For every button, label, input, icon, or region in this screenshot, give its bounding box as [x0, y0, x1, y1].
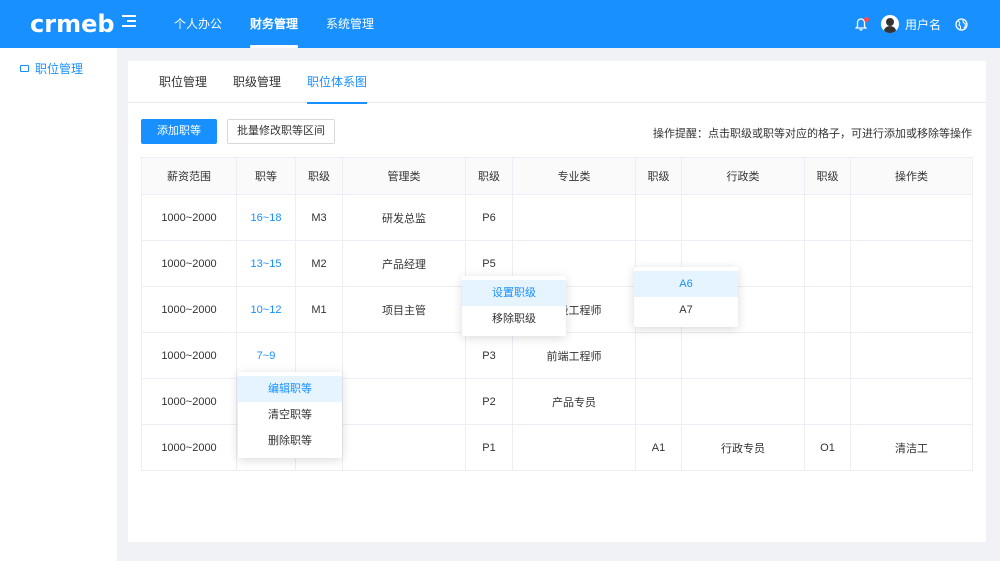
top-nav-finance[interactable]: 财务管理: [236, 0, 312, 48]
tab-rank-management[interactable]: 职级管理: [233, 61, 281, 103]
header-rank-management: 职级: [295, 157, 343, 195]
position-cell[interactable]: [681, 194, 805, 241]
rank-select-dropdown: A6 A7: [634, 267, 738, 327]
globe-icon[interactable]: [955, 17, 968, 31]
remove-rank-menu-item[interactable]: 移除职级: [462, 306, 566, 332]
header-operation-class: 操作类: [850, 157, 973, 195]
rank-cell[interactable]: [804, 332, 851, 379]
sidebar: 职位管理: [0, 48, 117, 561]
rank-cell[interactable]: P1: [465, 424, 513, 471]
salary-cell: 1000~2000: [141, 286, 237, 333]
header-grade: 职等: [236, 157, 296, 195]
position-cell[interactable]: 清洁工: [850, 424, 973, 471]
position-cell[interactable]: [850, 332, 973, 379]
rank-cell[interactable]: [804, 240, 851, 287]
header-salary-range: 薪资范围: [141, 157, 237, 195]
grade-context-menu: 编辑职等 清空职等 删除职等: [238, 372, 342, 458]
top-nav: 个人办公 财务管理 系统管理: [160, 0, 388, 48]
position-cell[interactable]: [681, 378, 805, 425]
rank-cell[interactable]: M1: [295, 286, 343, 333]
table-row: 1000~2000 16~18 M3 研发总监 P6: [141, 194, 973, 241]
position-cell[interactable]: [342, 332, 466, 379]
tab-position-management[interactable]: 职位管理: [159, 61, 207, 103]
position-cell[interactable]: [850, 378, 973, 425]
clear-grade-menu-item[interactable]: 清空职等: [238, 402, 342, 428]
avatar[interactable]: [880, 15, 899, 33]
tab-position-system-chart[interactable]: 职位体系图: [307, 61, 368, 104]
add-grade-button[interactable]: 添加职等: [141, 119, 217, 144]
header-professional-class: 专业类: [512, 157, 636, 195]
position-cell[interactable]: 前端工程师: [512, 332, 636, 379]
rank-cell[interactable]: [635, 194, 682, 241]
rank-context-menu: 设置职级 移除职级: [462, 276, 566, 336]
rank-cell[interactable]: P6: [465, 194, 513, 241]
notification-dot: [863, 16, 869, 22]
grade-cell[interactable]: 16~18: [236, 194, 296, 241]
header-administrative-class: 行政类: [681, 157, 805, 195]
salary-cell: 1000~2000: [141, 378, 237, 425]
username[interactable]: 用户名: [905, 16, 941, 33]
salary-cell: 1000~2000: [141, 240, 237, 287]
tab-bar: 职位管理 职级管理 职位体系图: [128, 61, 986, 104]
position-cell[interactable]: [681, 332, 805, 379]
rank-cell[interactable]: P3: [465, 332, 513, 379]
position-cell[interactable]: 产品经理: [342, 240, 466, 287]
position-cell[interactable]: [850, 194, 973, 241]
grade-cell[interactable]: 13~15: [236, 240, 296, 287]
rank-option-a6[interactable]: A6: [634, 271, 738, 297]
position-cell[interactable]: 行政专员: [681, 424, 805, 471]
rank-cell[interactable]: O1: [804, 424, 851, 471]
header-rank-administrative: 职级: [635, 157, 682, 195]
batch-edit-grade-range-button[interactable]: 批量修改职等区间: [227, 119, 335, 144]
position-cell[interactable]: [850, 240, 973, 287]
salary-cell: 1000~2000: [141, 194, 237, 241]
position-cell[interactable]: [850, 286, 973, 333]
header-rank-professional: 职级: [465, 157, 513, 195]
logo[interactable]: crmeb: [30, 10, 115, 38]
sidebar-item-label: 职位管理: [35, 62, 84, 76]
top-nav-personal-office[interactable]: 个人办公: [160, 0, 236, 48]
delete-grade-menu-item[interactable]: 删除职等: [238, 428, 342, 454]
position-cell[interactable]: 产品专员: [512, 378, 636, 425]
rank-cell[interactable]: [804, 286, 851, 333]
position-cell[interactable]: 研发总监: [342, 194, 466, 241]
header-rank-operation: 职级: [804, 157, 851, 195]
rank-cell[interactable]: [804, 194, 851, 241]
position-cell[interactable]: 项目主管: [342, 286, 466, 333]
salary-cell: 1000~2000: [141, 332, 237, 379]
rank-option-a7[interactable]: A7: [634, 297, 738, 323]
grade-cell[interactable]: 10~12: [236, 286, 296, 333]
top-right-tools: 用户名: [854, 0, 968, 48]
rank-cell[interactable]: [804, 378, 851, 425]
top-nav-system[interactable]: 系统管理: [312, 0, 388, 48]
sidebar-item-position-management[interactable]: 职位管理: [20, 60, 83, 77]
position-cell[interactable]: [512, 424, 636, 471]
salary-cell: 1000~2000: [141, 424, 237, 471]
table-header-row: 薪资范围 职等 职级 管理类 职级 专业类 职级 行政类 职级 操作类: [141, 157, 973, 195]
rank-cell[interactable]: [635, 378, 682, 425]
edit-grade-menu-item[interactable]: 编辑职等: [238, 376, 342, 402]
menu-toggle-icon[interactable]: [122, 15, 136, 29]
position-cell[interactable]: [512, 194, 636, 241]
position-cell[interactable]: [342, 378, 466, 425]
operation-hint: 操作提醒：点击职级或职等对应的格子，可进行添加或移除等操作: [653, 128, 972, 140]
top-bar: crmeb 个人办公 财务管理 系统管理 用户名: [0, 0, 1000, 48]
header-management-class: 管理类: [342, 157, 466, 195]
rank-cell[interactable]: M3: [295, 194, 343, 241]
set-rank-menu-item[interactable]: 设置职级: [462, 280, 566, 306]
bell-icon[interactable]: [854, 16, 869, 31]
rank-cell[interactable]: A1: [635, 424, 682, 471]
position-cell[interactable]: [342, 424, 466, 471]
rank-cell[interactable]: M2: [295, 240, 343, 287]
rank-cell[interactable]: [635, 332, 682, 379]
rank-cell[interactable]: P2: [465, 378, 513, 425]
window-icon: [20, 65, 29, 72]
